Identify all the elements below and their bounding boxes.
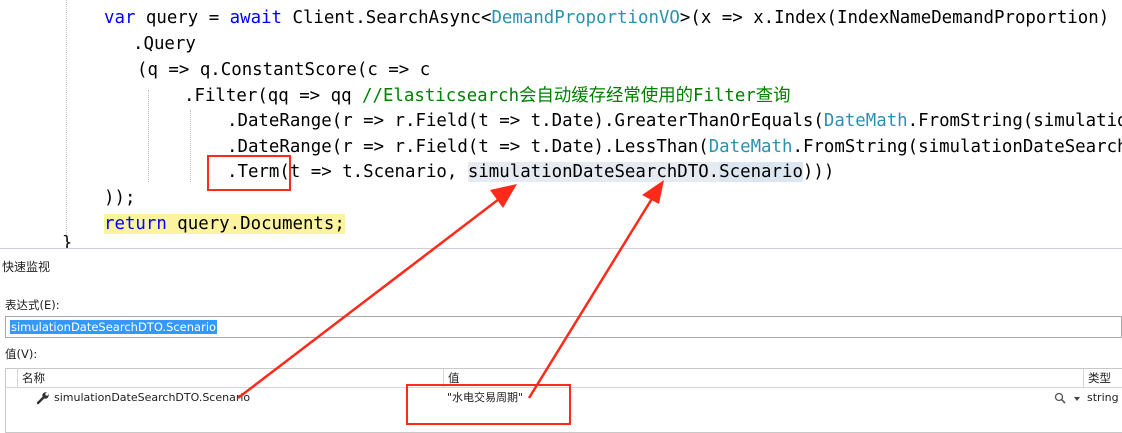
column-header-type[interactable]: 类型 (1083, 369, 1122, 387)
keyword: return (104, 214, 167, 234)
property-name: Date (551, 137, 594, 157)
code-line-9: return query.Documents; (104, 211, 345, 237)
property-name: Date (551, 111, 594, 131)
code-text: query. (166, 214, 241, 234)
code-text: . (227, 111, 238, 131)
code-text: . (184, 86, 195, 106)
code-line-4: .Filter(qq => qq //Elasticsearch会自动缓存经常使… (184, 83, 791, 109)
code-text: ( (813, 111, 824, 131)
dropdown-arrow-icon[interactable] (1074, 397, 1080, 401)
method-name: DateRange (237, 137, 332, 157)
code-text: . (227, 137, 238, 157)
code-line-1: var query = await Client.SearchAsync<Dem… (104, 5, 1109, 31)
code-text: (q => q. (137, 60, 221, 80)
table-row[interactable]: simulationDateSearchDTO.Scenario "水电交易周期… (6, 387, 1122, 409)
code-line-5: .DateRange(r => r.Field(t => t.Date).Gre… (227, 108, 1122, 134)
watch-grid: 名称 值 类型 simulationDateSearchDTO.Scenario… (5, 368, 1122, 433)
code-text: (t => t. (279, 162, 364, 182)
code-text: (r => r. (331, 137, 416, 157)
indent-guide (148, 90, 149, 182)
expression-input-text: simulationDateSearchDTO.Scenario (10, 320, 218, 334)
method-name: SearchAsync (365, 8, 481, 28)
code-text: query = (135, 8, 230, 28)
value-label: 值(V): (5, 347, 38, 361)
grid-header: 名称 值 类型 (6, 369, 1122, 388)
method-name: GreaterThanOrEquals (614, 111, 814, 131)
header-gutter (6, 369, 17, 387)
method-name: FromString (918, 111, 1023, 131)
code-text: ))) (802, 162, 835, 182)
code-text: (r => r. (331, 111, 416, 131)
closing-brace: } (62, 233, 73, 249)
code-editor[interactable]: var query = await Client.SearchAsync<Dem… (0, 0, 1122, 248)
code-text: , (446, 162, 468, 182)
keyword: await (229, 8, 283, 28)
code-text: . (133, 34, 144, 54)
method-name: Field (415, 137, 468, 157)
code-text: ; (334, 214, 345, 234)
row-type: string (1087, 391, 1119, 404)
method-name: ConstantScore (220, 60, 357, 80)
code-text: . (792, 137, 803, 157)
code-text: (simulatio (1022, 111, 1122, 131)
code-text: Client. (282, 8, 366, 28)
column-header-name[interactable]: 名称 (17, 369, 443, 387)
code-line-2: .Query (133, 31, 196, 57)
method-name: LessThan (614, 137, 699, 157)
code-text: >(x => x. (679, 8, 775, 28)
property-reference[interactable]: Scenario (719, 162, 803, 182)
row-value[interactable]: "水电交易周期" (447, 387, 1047, 409)
code-text: (simulationDateSearch (907, 137, 1122, 157)
type-name: DateMath (708, 137, 793, 157)
row-name: simulationDateSearchDTO.Scenario (54, 391, 251, 404)
code-text: < (480, 8, 492, 28)
code-text: (IndexNameDemandProportion) (826, 8, 1110, 28)
code-line-7: .Term(t => t.Scenario, simulationDateSea… (227, 159, 834, 185)
code-line-3: (q => q.ConstantScore(c => c (137, 57, 430, 83)
type-name: DateMath (823, 111, 908, 131)
variable-reference[interactable]: simulationDateSearchDTO (467, 162, 709, 182)
code-text: (c => c (356, 60, 431, 80)
code-text: ). (593, 111, 615, 131)
property-name: Scenario (363, 162, 447, 182)
expression-label: 表达式(E): (5, 298, 60, 312)
code-text: (qq => qq (257, 86, 363, 106)
wrench-icon (36, 392, 49, 405)
code-text: . (708, 162, 720, 182)
property-name: Documents (240, 214, 335, 234)
code-text: . (907, 111, 919, 131)
method-name: FromString (802, 137, 908, 157)
code-text: )); (104, 188, 136, 208)
indent-guide (66, 0, 67, 235)
expression-input[interactable]: simulationDateSearchDTO.Scenario (5, 316, 1122, 338)
method-name: Index (774, 8, 827, 28)
indent-guide (190, 110, 191, 182)
type-name: DemandProportionVO (491, 8, 680, 28)
panel-title: 快速监视 (2, 260, 51, 274)
method-name: Field (415, 111, 468, 131)
quick-watch-panel: 快速监视 表达式(E): simulationDateSearchDTO.Sce… (0, 248, 1122, 433)
code-line-6: .DateRange(r => r.Field(t => t.Date).Les… (227, 134, 1122, 160)
method-name: Term (237, 162, 280, 182)
code-text: . (227, 162, 238, 182)
method-name: Filter (194, 86, 258, 106)
code-text: ). (593, 137, 615, 157)
method-name: DateRange (237, 111, 332, 131)
method-name: Query (143, 34, 196, 54)
column-header-value[interactable]: 值 (443, 369, 1083, 387)
keyword: var (104, 8, 136, 28)
magnifier-icon[interactable] (1054, 392, 1068, 404)
code-line-8: )); (104, 185, 135, 211)
code-text: ( (698, 137, 709, 157)
code-text: (t => t. (467, 137, 552, 157)
code-text: (t => t. (467, 111, 552, 131)
code-comment: //Elasticsearch会自动缓存经常使用的Filter查询 (362, 86, 791, 106)
